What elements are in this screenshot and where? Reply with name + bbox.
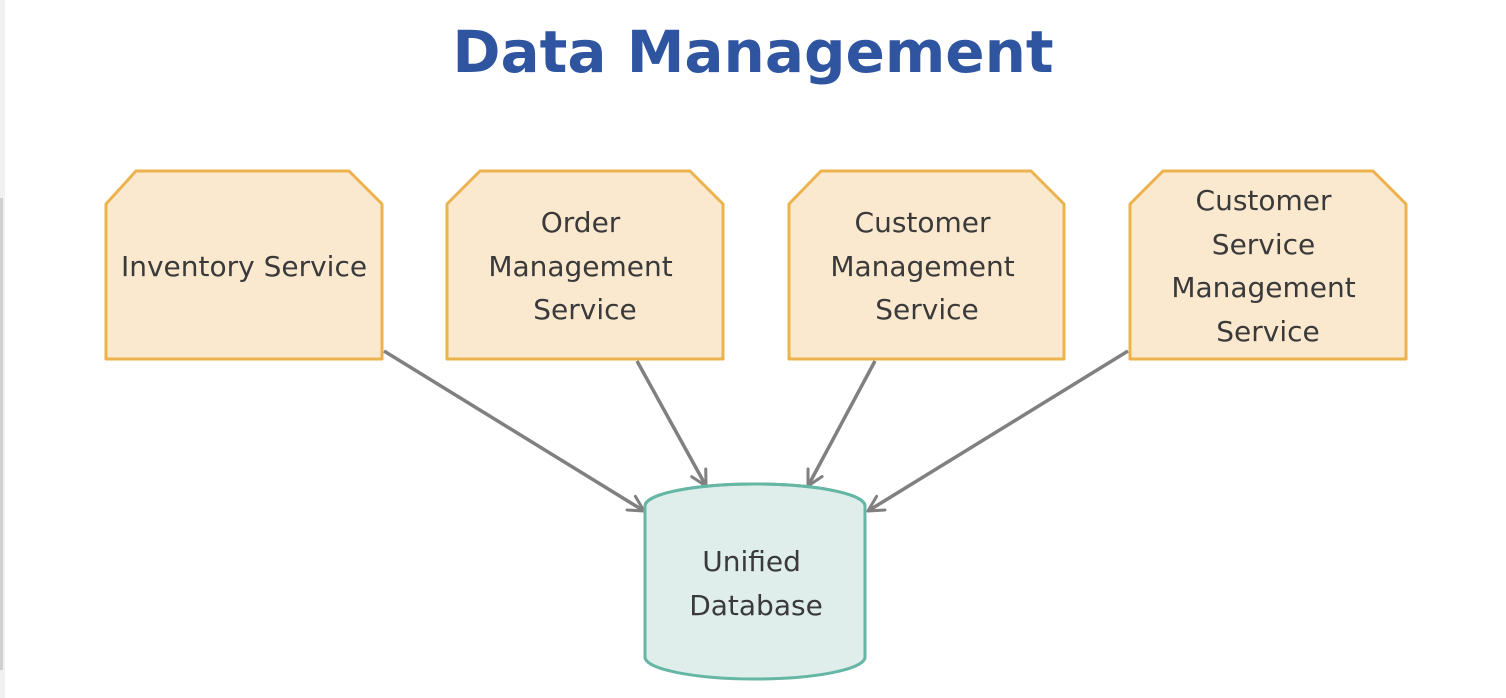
service-label-line: Management (488, 250, 672, 283)
service-customer-management: Customer Management Service (787, 169, 1066, 361)
database-cylinder-body (643, 482, 867, 681)
service-label-line: Service (1216, 315, 1319, 348)
database-label-line: Unified (702, 545, 801, 578)
service-label-line: Customer (855, 206, 991, 239)
service-label-line: Inventory Service (121, 250, 367, 283)
service-inventory: Inventory Service (104, 169, 384, 361)
arrow-order-to-database (635, 360, 708, 488)
svg-text:Inventory Service: Inventory Service (121, 250, 367, 283)
service-label-line: Management (830, 250, 1014, 283)
arrow-customer-to-database (806, 360, 877, 488)
service-label-line: Order (541, 206, 621, 239)
architecture-diagram: Inventory Service Order Management Servi… (104, 169, 1408, 681)
database-label-line: Database (689, 589, 823, 622)
service-label-line: Customer (1196, 184, 1332, 217)
arrow-customer-service-to-database (866, 349, 1129, 513)
service-label-line: Management (1171, 271, 1355, 304)
service-label-line: Service (875, 293, 978, 326)
arrow-inventory-to-database (383, 349, 646, 513)
service-order-management: Order Management Service (445, 169, 725, 361)
database-unified: Unified Database (643, 482, 867, 681)
service-label-line: Service (533, 293, 636, 326)
service-customer-service-management: Customer Service Management Service (1128, 169, 1408, 361)
slide: Data Management Inventory Service Order … (0, 0, 1506, 698)
service-label-line: Service (1212, 228, 1315, 261)
